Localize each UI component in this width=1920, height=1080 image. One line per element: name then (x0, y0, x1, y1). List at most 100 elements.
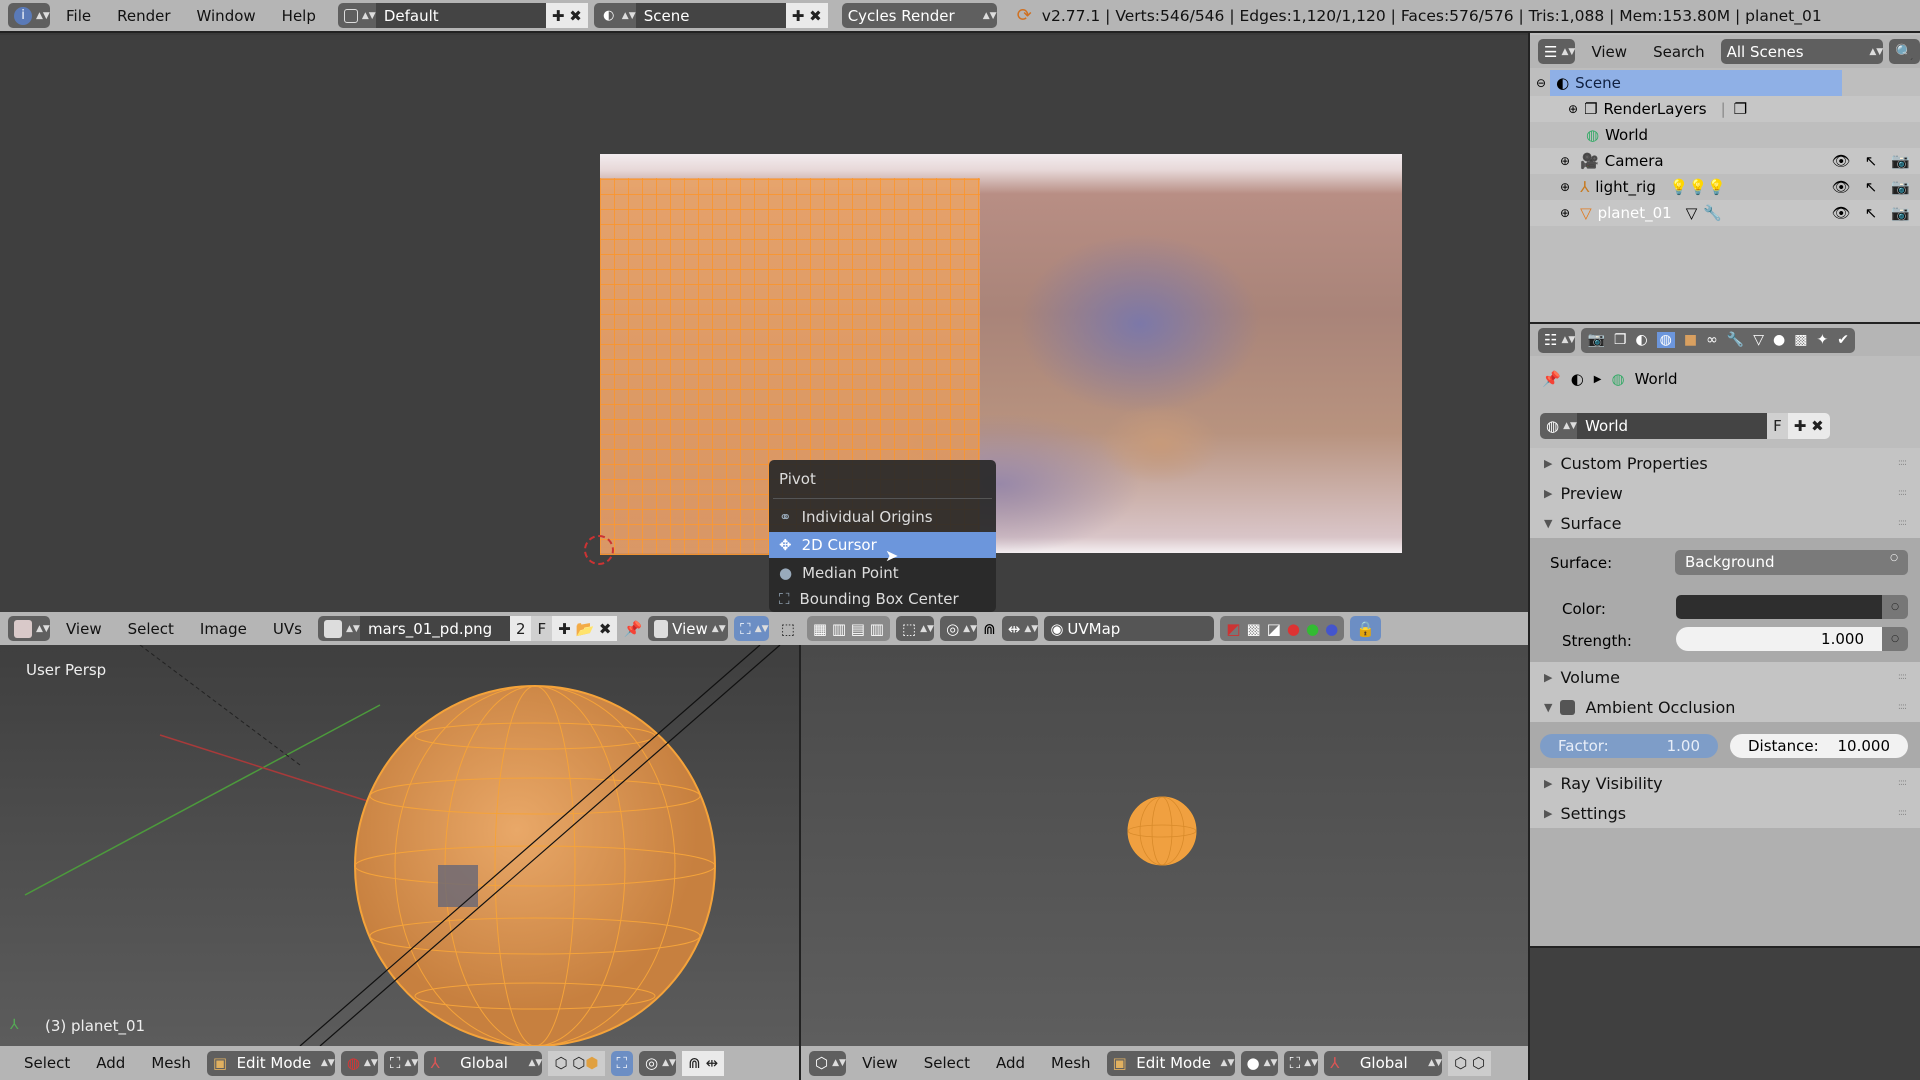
shading-select[interactable]: ◍ ▲▼ (340, 1050, 378, 1076)
visibility-eye-icon[interactable]: 👁 (1832, 178, 1851, 196)
mode-select[interactable]: ▣ Edit Mode ▲▼ (1106, 1050, 1235, 1076)
editor-type-image-button[interactable]: ▲▼ (8, 616, 50, 641)
editor-type-3d-button[interactable]: ⬡ ▲▼ (809, 1050, 847, 1076)
particles-tab-icon[interactable]: ✦ (1816, 332, 1828, 348)
view-mode-select[interactable]: View ▲▼ (648, 616, 729, 641)
new-open-unlink-buttons[interactable]: ✚ 📂 ✖ (552, 616, 618, 641)
world-tab-icon[interactable]: ◍ (1656, 332, 1675, 348)
shading-select[interactable]: ● ▲▼ (1240, 1050, 1278, 1076)
menu-view[interactable]: View (56, 620, 112, 638)
render-tab-icon[interactable]: 📷 (1587, 332, 1604, 348)
display-mode-select[interactable]: All Scenes ▲▼ (1720, 39, 1884, 64)
orientation-select[interactable]: ⅄ Global ▲▼ (424, 1050, 543, 1076)
color-swatch[interactable] (1676, 595, 1882, 619)
add-layout-button[interactable]: ✚ ✖ (545, 3, 588, 28)
menu-select[interactable]: Select (914, 1054, 980, 1072)
properties-context-tabs[interactable]: 📷 ❐ ◐ ◍ ■ ∞ 🔧 ▽ ● ▩ ✦ ✔ (1581, 327, 1855, 353)
layout-name-field[interactable]: Default (375, 3, 546, 28)
image-browse-button[interactable]: ▲▼ (317, 616, 360, 641)
fake-user-button[interactable]: F (531, 616, 553, 641)
surface-shader-select[interactable]: Background ○ (1675, 550, 1908, 575)
menu-add[interactable]: Add (86, 1054, 135, 1072)
world-name-field[interactable]: World (1577, 413, 1768, 439)
orientation-select[interactable]: ⅄ Global ▲▼ (1324, 1050, 1443, 1076)
menu-view[interactable]: View (852, 1054, 908, 1072)
expand-icon[interactable]: ⊕ (1560, 154, 1570, 168)
collapse-icon[interactable]: ⊖ (1536, 76, 1546, 90)
menu-image[interactable]: Image (190, 620, 257, 638)
fake-user-button[interactable]: F (1767, 413, 1788, 439)
texture-tab-icon[interactable]: ▩ (1794, 332, 1807, 348)
image-editor-canvas[interactable]: Pivot ⚭ Individual Origins ✥ 2D Cursor ● Me… (0, 35, 1528, 612)
render-camera-icon[interactable]: 📷 (1891, 152, 1910, 170)
menu-uvs[interactable]: UVs (263, 620, 312, 638)
menu-view[interactable]: View (1581, 43, 1637, 61)
ao-distance-field[interactable]: Distance: 10.000 (1730, 734, 1908, 758)
panel-ray-visibility[interactable]: ▶ Ray Visibility:::: (1530, 768, 1920, 798)
layout-selector[interactable]: ▲▼ (337, 3, 376, 28)
pivot-bounding-box-center[interactable]: ⛶ Bounding Box Center (769, 586, 996, 612)
menu-select[interactable]: Select (14, 1054, 80, 1072)
render-engine-select[interactable]: Cycles Render ▲▼ (841, 3, 997, 28)
menu-add[interactable]: Add (986, 1054, 1035, 1072)
sticky-selection-button[interactable]: ⬚ (775, 616, 801, 641)
select-mode-buttons[interactable]: ⬡ ⬡ ⬢ (548, 1050, 605, 1076)
scene-selector[interactable]: ◐ ▲▼ (593, 3, 636, 28)
render-camera-icon[interactable]: 📷 (1891, 204, 1910, 222)
outliner-item-world[interactable]: ◍ World (1530, 122, 1920, 148)
menu-mesh[interactable]: Mesh (141, 1054, 201, 1072)
panel-custom-properties[interactable]: ▶ Custom Properties:::: (1530, 448, 1920, 478)
object-tab-icon[interactable]: ■ (1684, 332, 1697, 348)
outliner-item-scene[interactable]: ⊖ ◐ Scene (1530, 70, 1920, 96)
3d-viewport-left[interactable]: User Persp (3) planet_01 ⅄ (0, 645, 799, 1046)
selectable-cursor-icon[interactable]: ↖ (1865, 204, 1878, 222)
constraints-tab-icon[interactable]: ∞ (1706, 332, 1718, 348)
editor-type-info-button[interactable]: i ▲▼ (8, 3, 50, 28)
render-layers-tab-icon[interactable]: ❐ (1614, 332, 1627, 348)
expand-icon[interactable]: ⊕ (1560, 206, 1570, 220)
3d-viewport-right[interactable] (801, 645, 1528, 1046)
pivot-select[interactable]: ⛶ ▲▼ (734, 616, 769, 641)
visibility-eye-icon[interactable]: 👁 (1832, 152, 1851, 170)
pivot-individual-origins[interactable]: ⚭ Individual Origins (769, 504, 996, 530)
scene-name-field[interactable]: Scene (635, 3, 786, 28)
menu-search[interactable]: Search (1643, 43, 1715, 61)
outliner-item-renderlayers[interactable]: ⊕ ❐ RenderLayers | ❐ (1530, 96, 1920, 122)
lock-button[interactable]: 🔒 (1350, 616, 1381, 641)
channel-buttons[interactable]: ◩ ▩ ◪ ● ● ● (1220, 616, 1345, 641)
select-mode-buttons[interactable]: ⬡ ⬡ (1448, 1050, 1492, 1076)
pin-icon[interactable]: 📌 (623, 620, 642, 638)
menu-window[interactable]: Window (187, 7, 266, 25)
pivot-median-point[interactable]: ● Median Point (769, 560, 996, 586)
add-scene-button[interactable]: ✚ ✖ (785, 3, 828, 28)
pivot-2d-cursor[interactable]: ✥ 2D Cursor (769, 532, 996, 558)
mode-select[interactable]: ▣ Edit Mode ▲▼ (206, 1050, 335, 1076)
expand-icon[interactable]: ⊕ (1568, 102, 1578, 116)
proportional-edit-select[interactable]: ⬚ ▲▼ (895, 616, 935, 641)
menu-render[interactable]: Render (107, 7, 180, 25)
pin-icon[interactable]: 📌 (1542, 370, 1561, 388)
panel-ambient-occlusion[interactable]: ▼ Ambient Occlusion:::: (1530, 692, 1920, 722)
outliner-item-light-rig[interactable]: ⊕ ⅄ light_rig 💡💡💡 👁 ↖ 📷 (1530, 174, 1920, 200)
search-icon[interactable]: 🔍 (1889, 39, 1920, 64)
selectable-cursor-icon[interactable]: ↖ (1865, 152, 1878, 170)
ao-checkbox[interactable] (1560, 699, 1576, 715)
outliner-item-camera[interactable]: ⊕ 🎥 Camera 👁 ↖ 📷 (1530, 148, 1920, 174)
panel-settings[interactable]: ▶ Settings:::: (1530, 798, 1920, 828)
ao-factor-field[interactable]: Factor: 1.00 (1540, 734, 1718, 758)
pivot-point-select[interactable]: ⛶ ▲▼ (1283, 1050, 1319, 1076)
menu-mesh[interactable]: Mesh (1041, 1054, 1101, 1072)
snap-element-select[interactable]: ⇹ ▲▼ (1001, 616, 1039, 641)
outliner-item-planet[interactable]: ⊕ ▽ planet_01 ▽ 🔧 👁 ↖ 📷 (1530, 200, 1920, 226)
panel-surface[interactable]: ▼ Surface:::: (1530, 508, 1920, 538)
selectable-cursor-icon[interactable]: ↖ (1865, 178, 1878, 196)
editor-type-outliner-button[interactable]: ☰ ▲▼ (1538, 39, 1576, 64)
proportional-select[interactable]: ◎ ▲▼ (639, 1050, 677, 1076)
snap-select[interactable]: ◎ ▲▼ (940, 616, 978, 641)
pivot-point-select[interactable]: ⛶ ▲▼ (383, 1050, 419, 1076)
panel-volume[interactable]: ▶ Volume:::: (1530, 662, 1920, 692)
visibility-eye-icon[interactable]: 👁 (1832, 204, 1851, 222)
uv-map-field[interactable]: ◉ UVMap (1044, 616, 1215, 641)
world-browse-button[interactable]: ◍ ▲▼ (1540, 413, 1578, 439)
color-socket-button[interactable]: ○ (1882, 595, 1908, 619)
